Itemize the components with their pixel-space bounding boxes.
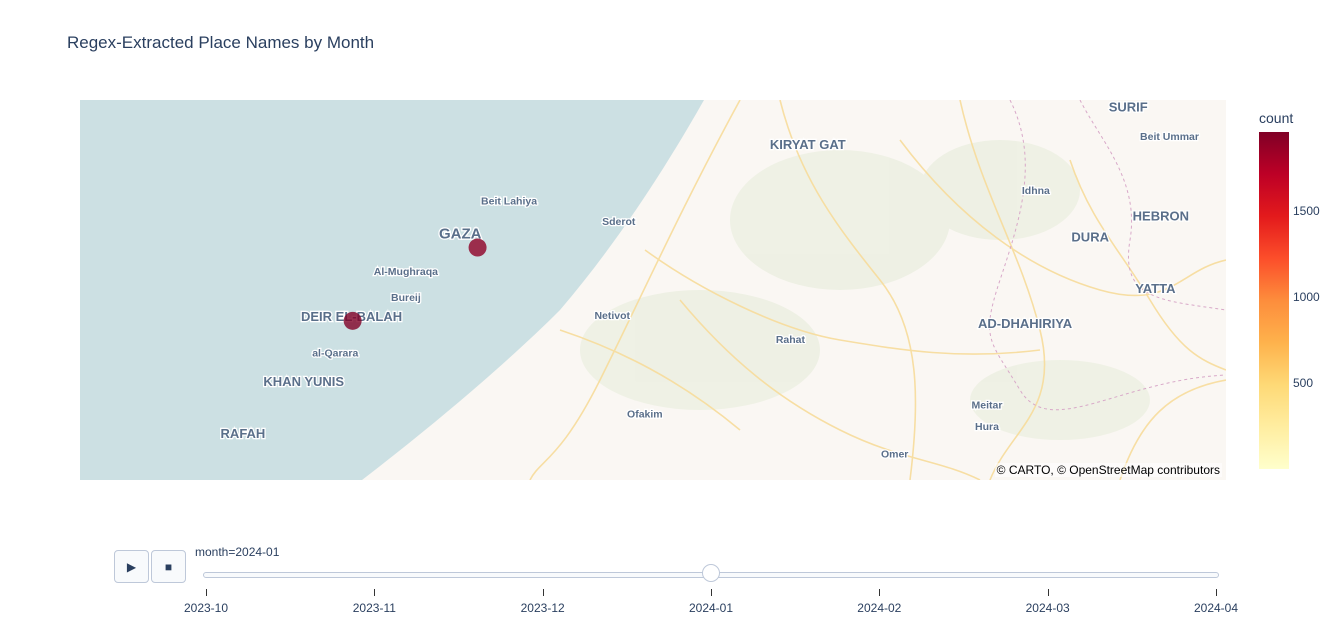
map-label: Omer <box>881 449 908 461</box>
map-label: KIRYAT GAT <box>770 137 846 152</box>
map-label: Beit Lahiya <box>481 196 537 208</box>
slider-step-label[interactable]: 2023-11 <box>353 601 396 615</box>
slider-tick <box>1216 589 1217 596</box>
colorbar-tick: 1000 <box>1293 290 1320 305</box>
slider-current-label: month=2024-01 <box>195 545 280 559</box>
slider-tick <box>206 589 207 596</box>
data-point[interactable] <box>468 238 487 257</box>
map-label: Hura <box>975 421 999 433</box>
slider-tick <box>374 589 376 596</box>
play-button[interactable]: ▶ <box>114 550 149 583</box>
stop-icon: ■ <box>164 559 173 574</box>
terrain-patch <box>730 150 950 290</box>
colorbar-tick: 1500 <box>1293 204 1320 219</box>
slider-tick <box>542 589 544 596</box>
terrain-patch <box>920 140 1080 240</box>
slider-tick <box>879 589 881 596</box>
map-label: SURIF <box>1109 100 1148 115</box>
slider-step-label[interactable]: 2023-10 <box>184 601 228 615</box>
map-label: Idhna <box>1022 185 1050 197</box>
map-label: HEBRON <box>1133 209 1189 224</box>
slider-tick <box>1047 589 1049 596</box>
map-label: AD-DHAHIRIYA <box>978 316 1073 331</box>
colorbar <box>1259 132 1289 469</box>
colorbar-title: count <box>1259 110 1294 126</box>
map-label: al-Qarara <box>312 348 358 360</box>
map-label: YATTA <box>1135 281 1176 296</box>
slider-step-label[interactable]: 2024-04 <box>1194 601 1238 615</box>
map-label: Al-Mughraqa <box>374 266 438 278</box>
terrain-patch <box>580 290 820 410</box>
map-label: Sderot <box>602 216 636 228</box>
slider-step-label[interactable]: 2024-03 <box>1026 601 1070 615</box>
colorbar-tick: 500 <box>1293 376 1314 391</box>
map-label: Ofakim <box>627 408 663 420</box>
slider-tick <box>711 589 712 596</box>
stop-button[interactable]: ■ <box>151 550 186 583</box>
play-icon: ▶ <box>126 559 137 574</box>
map-attribution: © CARTO, © OpenStreetMap contributors <box>994 463 1222 477</box>
slider-step-label[interactable]: 2024-01 <box>689 601 733 615</box>
map-label: KHAN YUNIS <box>263 374 344 389</box>
map-canvas[interactable]: SURIF Beit Ummar KIRYAT GAT Idhna Beit Lahiy… <box>80 100 1226 480</box>
slider-handle[interactable] <box>702 564 720 582</box>
map-label: Netivot <box>594 310 630 322</box>
chart-title: Regex-Extracted Place Names by Month <box>67 33 375 52</box>
data-point[interactable] <box>343 311 362 330</box>
slider-step-label[interactable]: 2023-12 <box>521 601 565 615</box>
map[interactable]: SURIF Beit Ummar KIRYAT GAT Idhna Beit Lahiy… <box>80 100 1226 480</box>
map-label: Beit Ummar <box>1140 131 1199 143</box>
map-label: RAFAH <box>221 426 266 441</box>
map-label: Meitar <box>972 399 1003 411</box>
map-label: Bureij <box>391 292 421 304</box>
map-label: DURA <box>1071 229 1109 244</box>
map-label: Rahat <box>776 334 806 346</box>
slider-step-label[interactable]: 2024-02 <box>857 601 901 615</box>
